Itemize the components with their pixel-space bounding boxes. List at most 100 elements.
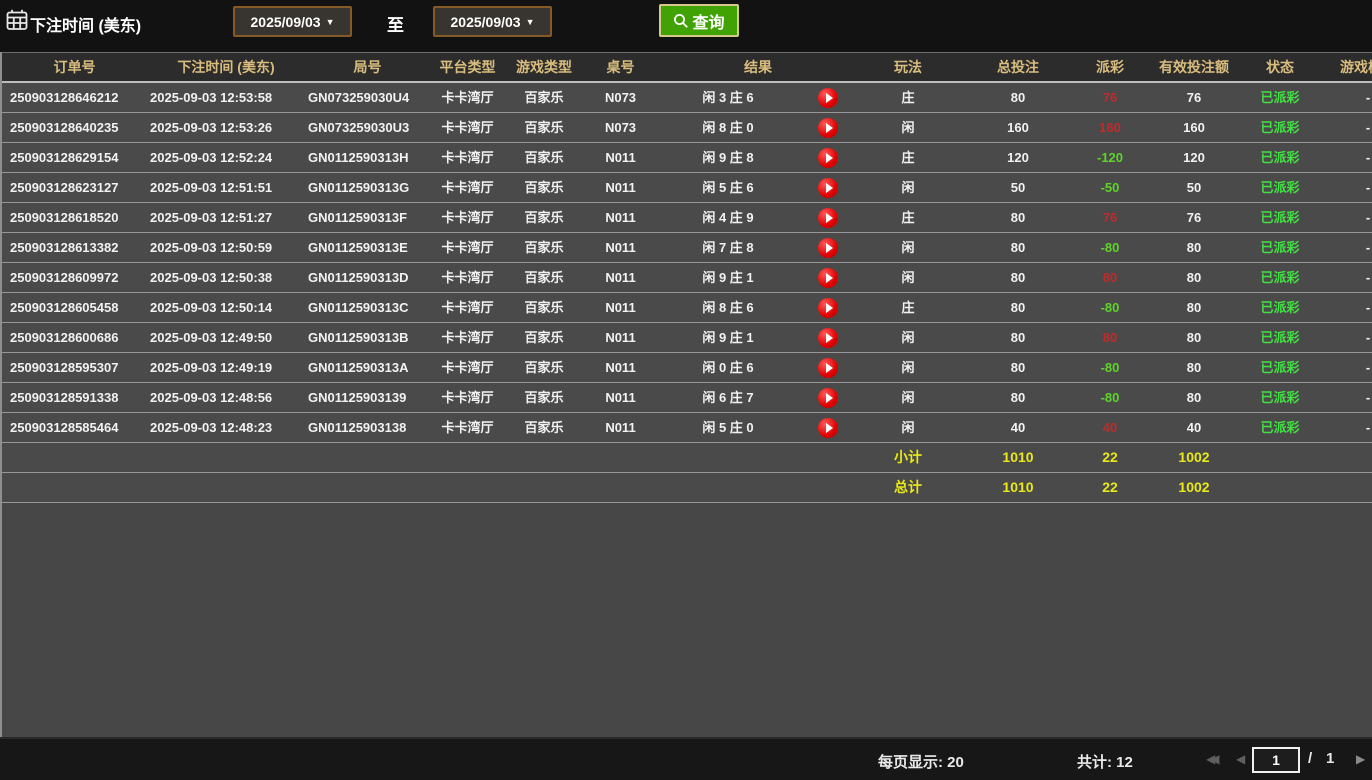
play-button[interactable] xyxy=(818,148,838,168)
column-header: 结果 xyxy=(658,53,858,81)
cell-result: 闲 5 庄 6 xyxy=(658,173,798,202)
cell-round: GN0112590313D xyxy=(305,263,430,292)
play-triangle-icon xyxy=(826,153,833,163)
play-button[interactable] xyxy=(818,298,838,318)
next-page-icon[interactable]: ▶ xyxy=(1356,752,1365,766)
cell-mode: - xyxy=(1314,83,1372,112)
cell-status: 已派彩 xyxy=(1246,83,1314,112)
cell-game: 百家乐 xyxy=(505,383,583,412)
cell-status: 已派彩 xyxy=(1246,293,1314,322)
cell-platform: 卡卡湾厅 xyxy=(430,173,505,202)
search-button[interactable]: 查询 xyxy=(659,4,739,37)
cell-status: 已派彩 xyxy=(1246,323,1314,352)
total-pages-label: 1 xyxy=(1326,750,1334,767)
cell-payout: -80 xyxy=(1078,353,1142,382)
table-row: 2509031285913382025-09-03 12:48:56GN0112… xyxy=(2,383,1372,413)
cell-payout: -80 xyxy=(1078,383,1142,412)
column-header: 下注时间 (美东) xyxy=(147,53,305,81)
play-button[interactable] xyxy=(818,88,838,108)
cell-round: GN073259030U4 xyxy=(305,83,430,112)
cell-round: GN0112590313B xyxy=(305,323,430,352)
cell-bet_type: 庄 xyxy=(858,143,958,172)
cell-valid_bet: 80 xyxy=(1142,233,1246,262)
cell-valid_bet: 80 xyxy=(1142,353,1246,382)
play-button[interactable] xyxy=(818,118,838,138)
table-row: 2509031286054582025-09-03 12:50:14GN0112… xyxy=(2,293,1372,323)
cell-order: 250903128629154 xyxy=(2,143,147,172)
cell-game: 百家乐 xyxy=(505,323,583,352)
cell-platform: 卡卡湾厅 xyxy=(430,233,505,262)
total-row: 总计1010221002 xyxy=(2,473,1372,503)
cell-table_no: N011 xyxy=(583,233,658,262)
cell-result: 闲 9 庄 1 xyxy=(658,323,798,352)
cell-valid_bet: 50 xyxy=(1142,173,1246,202)
chevron-down-icon: ▼ xyxy=(526,17,535,27)
play-button[interactable] xyxy=(818,178,838,198)
table-body: 2509031286462122025-09-03 12:53:58GN0732… xyxy=(2,83,1372,503)
cell-time: 2025-09-03 12:52:24 xyxy=(147,143,305,172)
cell-bet_type: 闲 xyxy=(858,173,958,202)
cell-platform: 卡卡湾厅 xyxy=(430,203,505,232)
cell-mode: - xyxy=(1314,293,1372,322)
cell-game: 百家乐 xyxy=(505,233,583,262)
play-button[interactable] xyxy=(818,328,838,348)
table-header-row: 订单号下注时间 (美东)局号平台类型游戏类型桌号结果玩法总投注派彩有效投注额状态… xyxy=(2,52,1372,83)
table-row: 2509031286006862025-09-03 12:49:50GN0112… xyxy=(2,323,1372,353)
cell-subtotal-row-label: 小计 xyxy=(858,443,958,472)
play-triangle-icon xyxy=(826,363,833,373)
cell-valid_bet: 80 xyxy=(1142,383,1246,412)
cell-mode: - xyxy=(1314,233,1372,262)
play-triangle-icon xyxy=(826,303,833,313)
cell-payout: 76 xyxy=(1078,203,1142,232)
column-header: 有效投注额 xyxy=(1142,53,1246,81)
play-button[interactable] xyxy=(818,208,838,228)
play-button[interactable] xyxy=(818,388,838,408)
cell-round: GN0112590313C xyxy=(305,293,430,322)
column-header: 总投注 xyxy=(958,53,1078,81)
cell-game: 百家乐 xyxy=(505,413,583,442)
play-button[interactable] xyxy=(818,418,838,438)
cell-table_no: N011 xyxy=(583,263,658,292)
play-button[interactable] xyxy=(818,358,838,378)
cell-result: 闲 8 庄 0 xyxy=(658,113,798,142)
cell-total-row-total_bet: 1010 xyxy=(958,473,1078,502)
cell-result-video xyxy=(798,203,858,232)
cell-valid_bet: 76 xyxy=(1142,203,1246,232)
cell-status: 已派彩 xyxy=(1246,203,1314,232)
betting-records-table: 订单号下注时间 (美东)局号平台类型游戏类型桌号结果玩法总投注派彩有效投注额状态… xyxy=(0,52,1372,737)
cell-total-row-valid_bet: 1002 xyxy=(1142,473,1246,502)
cell-table_no: N011 xyxy=(583,413,658,442)
cell-valid_bet: 76 xyxy=(1142,83,1246,112)
cell-subtotal-row-total_bet: 1010 xyxy=(958,443,1078,472)
per-page-label: 每页显示: 20 xyxy=(878,751,964,772)
toolbar: 下注时间 (美东) 2025/09/03 ▼ 至 2025/09/03 ▼ 查询 xyxy=(0,0,1372,52)
total-count-label: 共计: 12 xyxy=(1077,751,1133,772)
cell-round: GN073259030U3 xyxy=(305,113,430,142)
date-to-value: 2025/09/03 xyxy=(451,14,521,30)
cell-result: 闲 9 庄 1 xyxy=(658,263,798,292)
cell-payout: -80 xyxy=(1078,233,1142,262)
column-header: 玩法 xyxy=(858,53,958,81)
play-button[interactable] xyxy=(818,238,838,258)
play-button[interactable] xyxy=(818,268,838,288)
date-from-select[interactable]: 2025/09/03 ▼ xyxy=(233,6,352,37)
cell-result: 闲 4 庄 9 xyxy=(658,203,798,232)
cell-total_bet: 80 xyxy=(958,263,1078,292)
search-icon xyxy=(673,13,689,29)
cell-game: 百家乐 xyxy=(505,173,583,202)
date-to-select[interactable]: 2025/09/03 ▼ xyxy=(433,6,552,37)
prev-page-icon[interactable]: ◀ xyxy=(1236,752,1245,766)
cell-time: 2025-09-03 12:50:14 xyxy=(147,293,305,322)
cell-total_bet: 120 xyxy=(958,143,1078,172)
first-page-icon[interactable]: ◀◀ xyxy=(1206,752,1232,766)
cell-table_no: N011 xyxy=(583,353,658,382)
cell-bet_type: 闲 xyxy=(858,113,958,142)
cell-order: 250903128618520 xyxy=(2,203,147,232)
cell-order: 250903128605458 xyxy=(2,293,147,322)
cell-total-row-label: 总计 xyxy=(858,473,958,502)
cell-mode: - xyxy=(1314,113,1372,142)
cell-table_no: N073 xyxy=(583,113,658,142)
cell-result: 闲 8 庄 6 xyxy=(658,293,798,322)
cell-platform: 卡卡湾厅 xyxy=(430,113,505,142)
page-number-input[interactable] xyxy=(1252,747,1300,773)
